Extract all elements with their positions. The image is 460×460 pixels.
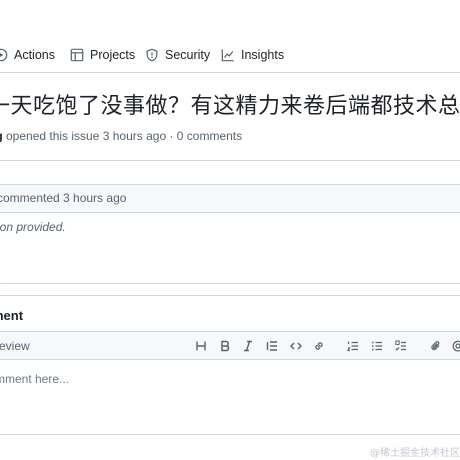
issue-meta-text: opened this issue 3 hours ago · 0 commen… bbox=[2, 129, 243, 143]
repo-nav: Actions Projects Security Insights bbox=[0, 0, 460, 73]
tab-insights-label: Insights bbox=[241, 48, 285, 62]
tab-security-label: Security bbox=[165, 48, 211, 62]
issue-meta: ng opened this issue 3 hours ago · 0 com… bbox=[0, 129, 242, 143]
link-icon[interactable] bbox=[310, 337, 328, 355]
tab-actions[interactable]: Actions bbox=[0, 46, 55, 64]
tab-projects[interactable]: Projects bbox=[70, 46, 135, 64]
code-icon[interactable] bbox=[287, 337, 305, 355]
bold-icon[interactable] bbox=[216, 337, 234, 355]
issue-title: 一天吃饱了没事做？有这精力来卷后端都技术总 bbox=[0, 94, 460, 119]
heading-icon[interactable] bbox=[192, 337, 210, 355]
comment-body: ion provided. bbox=[0, 220, 66, 234]
comment-header: commented 3 hours ago bbox=[0, 185, 460, 213]
editor-toolbar: review bbox=[0, 332, 460, 360]
tab-insights[interactable]: Insights bbox=[221, 46, 284, 64]
tab-actions-label: Actions bbox=[14, 48, 55, 62]
divider bbox=[0, 295, 460, 296]
ordered-list-icon[interactable] bbox=[344, 337, 362, 355]
shield-icon bbox=[145, 48, 159, 62]
watermark: @稀土掘金技术社区 bbox=[370, 448, 460, 459]
mention-icon[interactable] bbox=[449, 337, 460, 355]
comment-textarea-placeholder[interactable]: mment here... bbox=[0, 372, 69, 386]
play-icon bbox=[0, 48, 8, 62]
add-comment-heading: ment bbox=[0, 308, 24, 323]
graph-icon bbox=[221, 48, 235, 62]
table-icon bbox=[70, 48, 84, 62]
divider bbox=[0, 160, 460, 161]
comment-box: commented 3 hours ago ion provided. bbox=[0, 184, 460, 284]
quote-icon[interactable] bbox=[263, 337, 281, 355]
tab-projects-label: Projects bbox=[90, 48, 136, 62]
task-list-icon[interactable] bbox=[392, 337, 410, 355]
comment-editor: review bbox=[0, 331, 460, 435]
attach-icon[interactable] bbox=[427, 337, 445, 355]
italic-icon[interactable] bbox=[239, 337, 257, 355]
unordered-list-icon[interactable] bbox=[368, 337, 386, 355]
preview-tab[interactable]: review bbox=[0, 339, 30, 353]
tab-security[interactable]: Security bbox=[145, 46, 210, 64]
